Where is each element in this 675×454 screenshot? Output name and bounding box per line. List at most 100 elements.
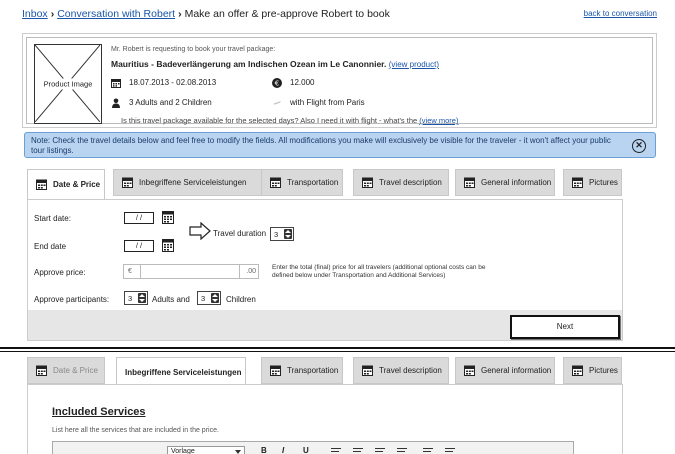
breadcrumb-separator: ›: [50, 8, 55, 20]
flight-row: with Flight from Paris: [272, 98, 365, 108]
tab-label: Transportation: [287, 178, 339, 187]
tab-label: General information: [481, 178, 552, 187]
tab-label: Transportation: [287, 366, 339, 375]
stepper-arrows-icon[interactable]: [211, 293, 219, 303]
stepper-value: 3: [201, 294, 206, 303]
request-intro: Mr. Robert is requesting to book your tr…: [111, 46, 276, 53]
date-price-panel: Start date: / / End date / / Travel dura…: [27, 199, 623, 341]
view-product-link[interactable]: (view product): [389, 60, 439, 69]
approve-price-label: Approve price:: [34, 268, 86, 277]
tab-general-information[interactable]: General information: [455, 169, 555, 196]
calendar-icon: [270, 177, 281, 188]
dates-row: 18.07.2013 - 02.08.2013: [111, 78, 216, 88]
tab-date-price[interactable]: Date & Price: [27, 169, 105, 199]
breadcrumb-inbox-link[interactable]: Inbox: [22, 8, 48, 20]
start-date-label: Start date:: [34, 214, 71, 223]
package-title-text: Mauritius - Badeverlängerung am Indische…: [111, 59, 387, 69]
price-row: €12.000: [272, 78, 314, 88]
package-title: Mauritius - Badeverlängerung am Indische…: [111, 59, 439, 69]
underline-button[interactable]: U: [303, 446, 309, 454]
adults-stepper[interactable]: 3: [124, 291, 148, 305]
breadcrumb-conversation-link[interactable]: Conversation with Robert: [57, 8, 175, 20]
tab-label: Pictures: [589, 178, 618, 187]
calendar-icon: [572, 365, 583, 376]
booking-request-inner: Product Image Mr. Robert is requesting t…: [26, 37, 653, 125]
info-note: Note: Check the travel details below and…: [24, 132, 656, 158]
tab-label: Travel description: [379, 366, 442, 375]
tab-label: Inbegriffene Serviceleistungen: [125, 368, 242, 377]
page-title: Make an offer & pre-approve Robert to bo…: [184, 8, 390, 20]
calendar-icon: [464, 365, 475, 376]
stepper-arrows-icon[interactable]: [284, 229, 292, 239]
bold-button[interactable]: B: [261, 446, 267, 454]
adults-label: Adults and: [152, 295, 190, 304]
flight-info: with Flight from Paris: [290, 98, 365, 108]
start-date-input[interactable]: / /: [124, 212, 154, 224]
numbered-list-icon[interactable]: [445, 448, 455, 454]
rich-text-editor[interactable]: Vorlage B I U: [52, 441, 574, 454]
tab-pictures[interactable]: Pictures: [563, 169, 622, 196]
tab-general-information[interactable]: General information: [455, 357, 555, 384]
align-left-icon[interactable]: [331, 448, 341, 454]
tab-bar: Date & Price Inbegriffene Serviceleistun…: [27, 169, 627, 199]
calendar-icon: [464, 177, 475, 188]
tab-bar-second: Date & Price Inbegriffene Serviceleistun…: [27, 357, 627, 387]
tab-label: Pictures: [589, 366, 618, 375]
bullet-list-icon[interactable]: [423, 448, 433, 454]
style-select[interactable]: Vorlage: [167, 446, 245, 454]
info-note-text: Note: Check the travel details below and…: [31, 136, 611, 155]
traveler-question-text: Is this travel package available for the…: [121, 116, 418, 125]
tab-travel-description[interactable]: Travel description: [353, 357, 449, 384]
price-decimals: .00: [246, 268, 256, 275]
travel-dates: 18.07.2013 - 02.08.2013: [129, 78, 217, 88]
currency-symbol: €: [128, 268, 132, 275]
align-right-icon[interactable]: [375, 448, 385, 454]
tab-transportation[interactable]: Transportation: [261, 169, 343, 196]
children-label: Children: [226, 295, 256, 304]
tab-travel-description[interactable]: Travel description: [353, 169, 449, 196]
person-icon: [112, 98, 120, 108]
product-image-label: Product Image: [41, 78, 95, 90]
view-more-link[interactable]: (view more): [419, 116, 458, 125]
calendar-icon: [362, 365, 373, 376]
booking-request-card: Product Image Mr. Robert is requesting t…: [22, 33, 657, 128]
tab-label: Inbegriffene Serviceleistungen: [139, 178, 247, 187]
euro-icon: €: [272, 78, 282, 88]
price-hint: Enter the total (final) price for all tr…: [272, 264, 486, 279]
travel-duration-label: Travel duration: [213, 229, 267, 238]
stepper-value: 3: [128, 294, 133, 303]
calendar-icon: [270, 365, 281, 376]
align-center-icon[interactable]: [353, 448, 363, 454]
included-services-title: Included Services: [52, 406, 146, 418]
price-amount-field[interactable]: [140, 265, 240, 278]
tab-included-services[interactable]: Inbegriffene Serviceleistungen: [113, 169, 279, 196]
tab-included-services[interactable]: Inbegriffene Serviceleistungen: [116, 357, 246, 387]
product-image[interactable]: Product Image: [34, 44, 102, 124]
end-date-label: End date: [34, 242, 67, 251]
tab-transportation[interactable]: Transportation: [261, 357, 343, 384]
end-date-input[interactable]: / /: [124, 240, 154, 252]
calendar-icon: [122, 177, 133, 188]
svg-text:€: €: [275, 80, 279, 88]
italic-button[interactable]: I: [282, 446, 284, 454]
next-button[interactable]: Next: [510, 315, 620, 339]
calendar-picker-icon[interactable]: [162, 239, 174, 252]
travel-duration-stepper[interactable]: 3: [270, 227, 294, 241]
included-services-panel: Included Services List here all the serv…: [27, 384, 623, 454]
close-note-icon[interactable]: ✕: [632, 139, 646, 153]
airplane-icon: [273, 101, 281, 105]
back-to-conversation-link[interactable]: back to conversation: [584, 9, 657, 18]
align-justify-icon[interactable]: [397, 448, 407, 454]
stepper-arrows-icon[interactable]: [138, 293, 146, 303]
tab-label: General information: [481, 366, 552, 375]
calendar-icon: [36, 365, 47, 376]
calendar-icon: [362, 177, 373, 188]
approve-price-input[interactable]: € .00: [123, 264, 259, 279]
children-stepper[interactable]: 3: [197, 291, 221, 305]
tab-date-price[interactable]: Date & Price: [27, 357, 105, 384]
calendar-picker-icon[interactable]: [162, 211, 174, 224]
tab-pictures[interactable]: Pictures: [563, 357, 622, 384]
calendar-icon: [572, 177, 583, 188]
tab-label: Date & Price: [53, 366, 98, 375]
calendar-icon: [36, 179, 47, 190]
